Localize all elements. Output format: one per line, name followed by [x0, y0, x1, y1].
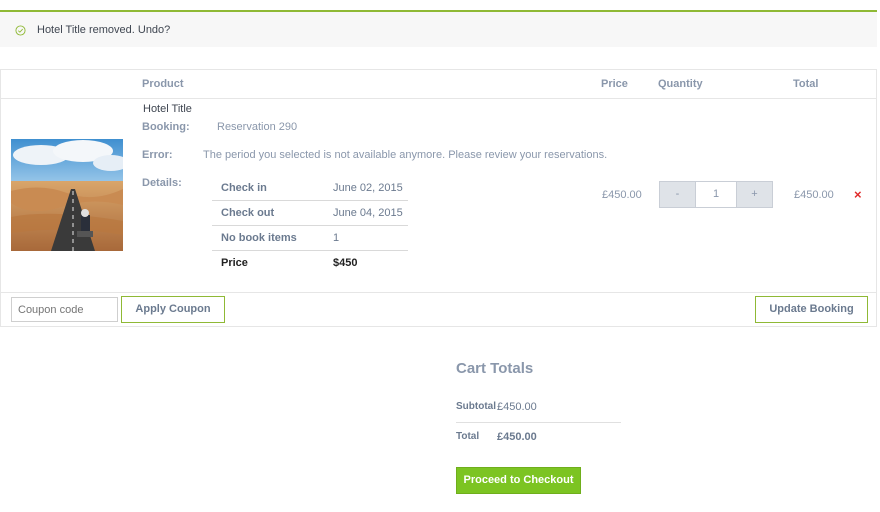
details-value: $450: [333, 257, 358, 269]
total-value: £450.00: [497, 431, 537, 443]
booking-details-table: Check in June 02, 2015 Check out June 04…: [212, 176, 408, 275]
divider: [456, 422, 621, 423]
details-key: Check in: [221, 182, 267, 194]
remove-item-icon[interactable]: ×: [854, 187, 862, 202]
product-thumbnail[interactable]: [11, 139, 123, 251]
details-row-price: Price $450: [212, 251, 408, 275]
subtotal-label: Subtotal: [456, 401, 496, 412]
quantity-minus-button[interactable]: -: [659, 181, 696, 208]
divider: [1, 292, 876, 293]
header-total: Total: [793, 78, 819, 90]
details-key: Price: [221, 257, 248, 269]
header-product: Product: [142, 78, 184, 90]
desert-road-image: [11, 139, 123, 251]
subtotal-value: £450.00: [497, 401, 537, 413]
proceed-to-checkout-button[interactable]: Proceed to Checkout: [456, 467, 581, 494]
details-value: 1: [333, 232, 340, 244]
error-message: The period you selected is not available…: [203, 149, 608, 161]
coupon-code-input[interactable]: [11, 297, 118, 322]
check-circle-icon: [15, 25, 26, 36]
update-booking-button[interactable]: Update Booking: [755, 296, 868, 323]
details-value: June 04, 2015: [333, 207, 403, 219]
removal-notice: Hotel Title removed. Undo?: [0, 10, 877, 47]
details-row-check-in: Check in June 02, 2015: [212, 176, 408, 201]
quantity-stepper: - 1 +: [659, 181, 773, 208]
header-quantity: Quantity: [658, 78, 703, 90]
item-price: £450.00: [602, 189, 642, 201]
details-row-check-out: Check out June 04, 2015: [212, 201, 408, 226]
cart-totals-title: Cart Totals: [456, 360, 534, 377]
booking-value: Reservation 290: [217, 121, 298, 133]
divider: [1, 98, 876, 99]
apply-coupon-button[interactable]: Apply Coupon: [121, 296, 225, 323]
details-key: No book items: [221, 232, 297, 244]
quantity-input[interactable]: 1: [696, 181, 736, 208]
total-label: Total: [456, 431, 480, 442]
error-label: Error:: [142, 149, 173, 161]
product-title[interactable]: Hotel Title: [143, 103, 192, 115]
quantity-plus-button[interactable]: +: [736, 181, 773, 208]
header-price: Price: [601, 78, 628, 90]
booking-label: Booking:: [142, 121, 190, 133]
details-key: Check out: [221, 207, 275, 219]
item-total: £450.00: [794, 189, 834, 201]
details-row-book-items: No book items 1: [212, 226, 408, 251]
cart-table: Product Price Quantity Total Hotel Title…: [0, 69, 877, 327]
details-value: June 02, 2015: [333, 182, 403, 194]
notice-message[interactable]: Hotel Title removed. Undo?: [37, 24, 170, 36]
details-label: Details:: [142, 177, 182, 189]
